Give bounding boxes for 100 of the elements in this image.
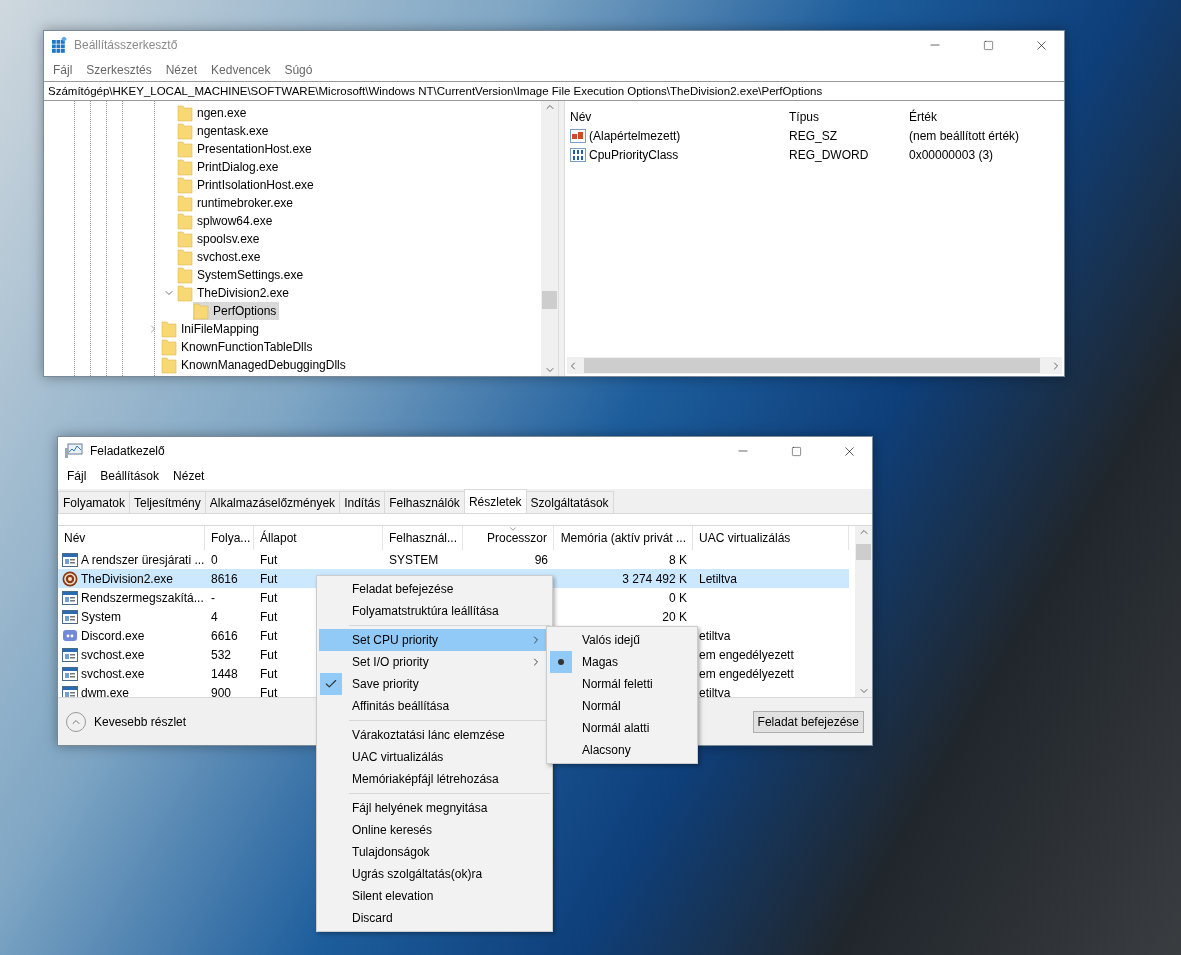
- menu-item[interactable]: Affinitás beállítása: [319, 695, 550, 717]
- menu-item[interactable]: Fájl: [60, 467, 94, 485]
- tab[interactable]: Részletek: [463, 489, 527, 513]
- table-cell-text: 0: [210, 552, 219, 567]
- check-icon: [324, 677, 338, 691]
- tree-item[interactable]: svchost.exe: [177, 248, 264, 266]
- fewer-details-button[interactable]: Kevesebb részlet: [66, 711, 187, 732]
- monitor-chart-icon: [65, 443, 83, 459]
- tab[interactable]: Alkalmazáselőzmények: [204, 491, 341, 513]
- menu-item[interactable]: Set I/O priority: [319, 651, 550, 673]
- tab[interactable]: Szolgáltatások: [525, 491, 614, 513]
- folder-icon: [177, 212, 193, 230]
- table-cell-text: -: [210, 590, 216, 605]
- menu-item[interactable]: Normál: [549, 695, 695, 717]
- column-header[interactable]: Memória (aktív privát ...: [554, 526, 693, 550]
- folder-icon: [177, 194, 193, 212]
- scrollbar-thumb[interactable]: [584, 358, 1040, 373]
- column-header[interactable]: Állapot: [254, 526, 383, 550]
- value-type: REG_DWORD: [789, 147, 870, 162]
- chat-app-icon: [62, 627, 78, 644]
- menu-item[interactable]: Nézet: [158, 61, 205, 79]
- column-header[interactable]: UAC virtualizálás: [693, 526, 849, 550]
- window-icon: [62, 609, 78, 624]
- value-data: (nem beállított érték): [909, 128, 1021, 143]
- tab[interactable]: Folyamatok: [58, 491, 131, 513]
- menu-item[interactable]: Nézet: [166, 467, 212, 485]
- scrollbar-thumb[interactable]: [856, 544, 871, 560]
- menu-item[interactable]: Normál feletti: [549, 673, 695, 695]
- vertical-scrollbar[interactable]: [541, 101, 558, 376]
- menu-item[interactable]: Kedvencek: [204, 61, 278, 79]
- tree-item[interactable]: KnownManagedDebuggingDlls: [161, 356, 349, 374]
- menu-item[interactable]: Discard: [319, 907, 550, 929]
- column-header[interactable]: Felhasznál...: [383, 526, 463, 550]
- value-name-text: (Alapértelmezett): [589, 128, 681, 143]
- menu-item[interactable]: Fájl helyének megnyitása: [319, 797, 550, 819]
- menu-item[interactable]: Online keresés: [319, 819, 550, 841]
- menu-item[interactable]: Memóriaképfájl létrehozása: [319, 768, 550, 790]
- column-header[interactable]: Név: [58, 526, 205, 550]
- column-header[interactable]: Név: [570, 109, 789, 124]
- menu-item[interactable]: Normál alatti: [549, 717, 695, 739]
- menu-item[interactable]: Tulajdonságok: [319, 841, 550, 863]
- tree-item[interactable]: KnownFunctionTableDlls: [161, 338, 316, 356]
- radio-dot-icon: [558, 659, 564, 665]
- tree-item[interactable]: ngen.exe: [177, 104, 250, 122]
- menu-item[interactable]: UAC virtualizálás: [319, 746, 550, 768]
- menu-item[interactable]: Fájl: [46, 61, 80, 79]
- menu-item[interactable]: Alacsony: [549, 739, 695, 761]
- end-task-button[interactable]: Feladat befejezése: [752, 710, 864, 733]
- tab[interactable]: Teljesítmény: [129, 491, 206, 513]
- registry-app-icon: [51, 37, 67, 53]
- column-header[interactable]: Típus: [789, 109, 909, 124]
- window-icon: [62, 552, 78, 567]
- menu-item[interactable]: Beállítások: [93, 467, 167, 485]
- tree-item[interactable]: PrintDialog.exe: [177, 158, 282, 176]
- process-name-text: svchost.exe: [81, 647, 145, 662]
- tree-item[interactable]: IniFileMapping: [161, 320, 263, 338]
- table-cell-text: 900: [210, 685, 233, 697]
- tree-item[interactable]: spoolsv.exe: [177, 230, 263, 248]
- column-header[interactable]: Folya...: [205, 526, 254, 550]
- menu-item[interactable]: Save priority: [319, 673, 550, 695]
- tree-item[interactable]: PrintIsolationHost.exe: [177, 176, 317, 194]
- folder-icon: [177, 284, 193, 302]
- window-title: Beállításszerkesztő: [74, 38, 179, 52]
- tree-item[interactable]: splwow64.exe: [177, 212, 276, 230]
- scrollbar-thumb[interactable]: [542, 291, 557, 309]
- column-header[interactable]: Processzor: [463, 526, 554, 550]
- process-name-text: TheDivision2.exe: [81, 571, 174, 586]
- menu-item[interactable]: Folyamatstruktúra leállítása: [319, 600, 550, 622]
- table-cell-text: SYSTEM: [388, 552, 440, 567]
- process-name-text: A rendszer üresjárati ...: [81, 552, 205, 567]
- window-title: Feladatkezelő: [90, 444, 166, 458]
- string-value-icon: [570, 128, 586, 143]
- tree-item[interactable]: runtimebroker.exe: [177, 194, 297, 212]
- folder-icon: [161, 356, 177, 374]
- folder-icon: [177, 266, 193, 284]
- menu-item[interactable]: Szerkesztés: [79, 61, 159, 79]
- folder-icon: [177, 140, 193, 158]
- address-bar[interactable]: Számítógép\HKEY_LOCAL_MACHINE\SOFTWARE\Microsoft\Windows NT\CurrentVersion\Image File Execution Options\TheDivision2.exe\PerfOptions: [44, 81, 1064, 101]
- tree-item[interactable]: PerfOptions: [193, 302, 280, 320]
- folder-icon: [177, 122, 193, 140]
- table-cell-text: Fut: [259, 647, 279, 662]
- menu-item[interactable]: Várakoztatási lánc elemzése: [319, 724, 550, 746]
- tree-item[interactable]: PresentationHost.exe: [177, 140, 315, 158]
- value-type: REG_SZ: [789, 128, 838, 143]
- horizontal-scrollbar[interactable]: [567, 357, 1062, 374]
- tree-item[interactable]: ngentask.exe: [177, 122, 272, 140]
- tree-item[interactable]: TheDivision2.exe: [177, 284, 293, 302]
- menu-item[interactable]: Súgó: [277, 61, 320, 79]
- table-cell-text: 20 K: [661, 609, 688, 624]
- menu-item[interactable]: Valós idejű: [549, 629, 695, 651]
- folder-icon: [161, 338, 177, 356]
- menu-item[interactable]: Feladat befejezése: [319, 578, 550, 600]
- table-cell-text: 0 K: [668, 590, 688, 605]
- tree-item[interactable]: SystemSettings.exe: [177, 266, 307, 284]
- column-header[interactable]: Érték: [909, 109, 1064, 124]
- menu-item[interactable]: Ugrás szolgáltatás(ok)ra: [319, 863, 550, 885]
- table-cell-text: Letiltva: [698, 571, 739, 586]
- vertical-scrollbar[interactable]: [855, 526, 872, 697]
- menu-item[interactable]: Magas: [549, 651, 695, 673]
- menu-item[interactable]: Silent elevation: [319, 885, 550, 907]
